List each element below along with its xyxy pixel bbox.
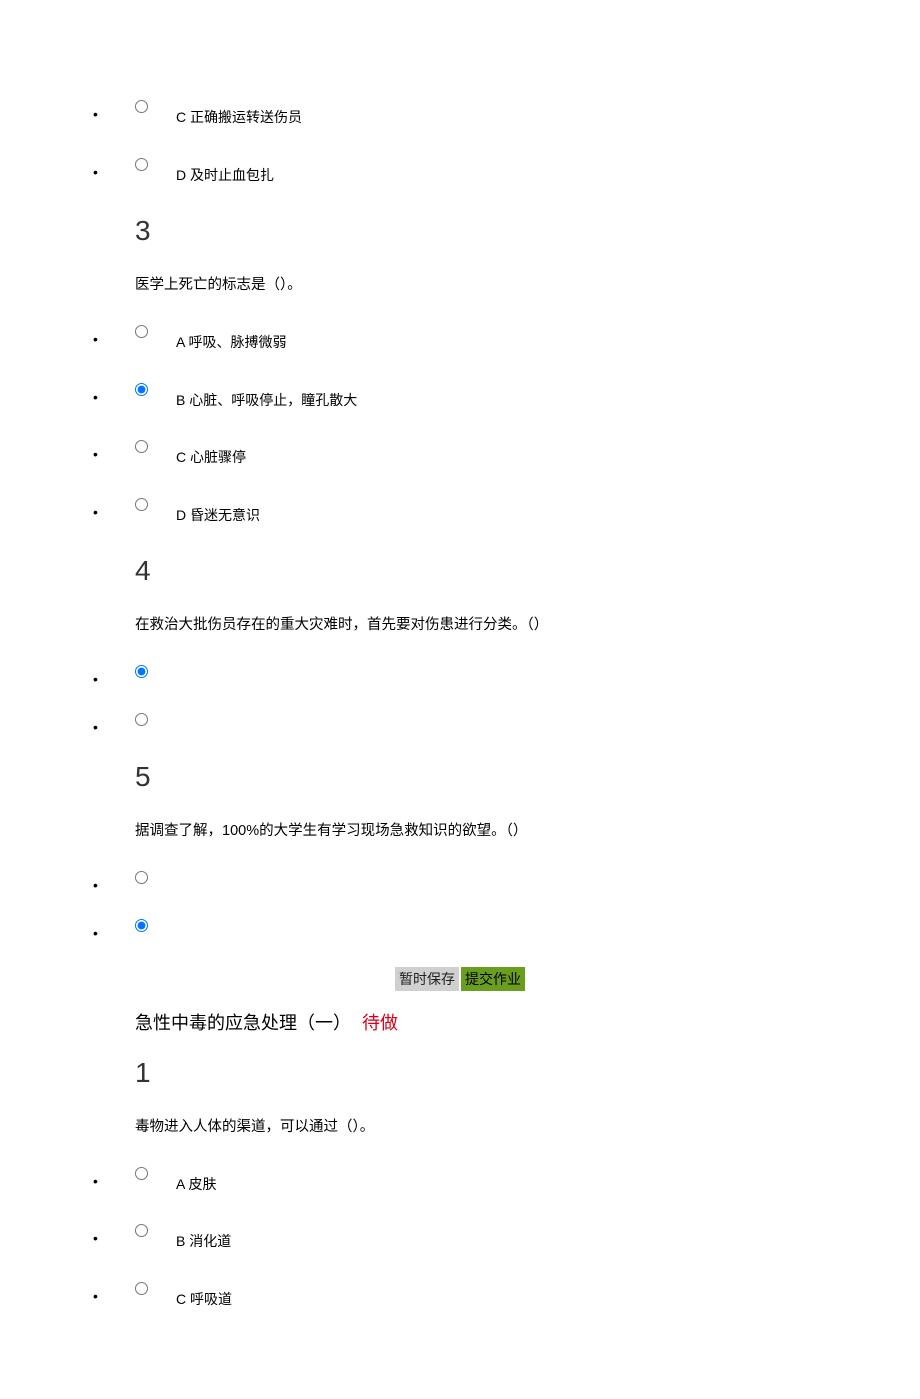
radio-input[interactable] — [135, 1167, 148, 1180]
radio-input[interactable] — [135, 158, 148, 171]
option-item — [135, 919, 920, 937]
option-item: D 昏迷无意识 — [135, 498, 920, 526]
q3-options: A 呼吸、脉搏微弱 B 心脏、呼吸停止，瞳孔散大 C 心脏骤停 D 昏迷无意识 — [135, 325, 920, 525]
radio-input[interactable] — [135, 713, 148, 726]
submit-button[interactable]: 提交作业 — [461, 967, 525, 991]
option-item — [135, 713, 920, 731]
save-button[interactable]: 暂时保存 — [395, 967, 459, 991]
q1-sec2-options: A 皮肤 B 消化道 C 呼吸道 — [135, 1167, 920, 1310]
option-item: C 心脏骤停 — [135, 440, 920, 468]
option-item: A 呼吸、脉搏微弱 — [135, 325, 920, 353]
question-number: 3 — [135, 215, 920, 247]
question-number: 1 — [135, 1057, 920, 1089]
option-item — [135, 871, 920, 889]
radio-input[interactable] — [135, 100, 148, 113]
option-text: D 及时止血包扎 — [176, 158, 274, 186]
option-item: B 消化道 — [135, 1224, 920, 1252]
radio-input[interactable] — [135, 383, 148, 396]
question-number: 4 — [135, 555, 920, 587]
option-item: B 心脏、呼吸停止，瞳孔散大 — [135, 383, 920, 411]
q4-options — [135, 665, 920, 731]
radio-input[interactable] — [135, 325, 148, 338]
section-title-text: 急性中毒的应急处理（一） — [135, 1013, 351, 1033]
status-badge: 待做 — [362, 1013, 398, 1033]
option-text: C 正确搬运转送伤员 — [176, 100, 302, 128]
radio-input[interactable] — [135, 1282, 148, 1295]
radio-input[interactable] — [135, 1224, 148, 1237]
quiz-content: C 正确搬运转送伤员 D 及时止血包扎 3 医学上死亡的标志是（）。 A 呼吸、… — [0, 100, 920, 1309]
radio-input[interactable] — [135, 665, 148, 678]
option-item: A 皮肤 — [135, 1167, 920, 1195]
option-item: C 正确搬运转送伤员 — [135, 100, 920, 128]
question-text: 在救治大批伤员存在的重大灾难时，首先要对伤患进行分类。（） — [135, 615, 920, 637]
option-item: D 及时止血包扎 — [135, 158, 920, 186]
option-text: B 心脏、呼吸停止，瞳孔散大 — [176, 383, 357, 411]
radio-input[interactable] — [135, 871, 148, 884]
button-row: 暂时保存提交作业 — [135, 967, 920, 991]
option-text: C 心脏骤停 — [176, 440, 246, 468]
option-item: C 呼吸道 — [135, 1282, 920, 1310]
question-text: 毒物进入人体的渠道，可以通过（）。 — [135, 1117, 920, 1139]
radio-input[interactable] — [135, 440, 148, 453]
question-text: 医学上死亡的标志是（）。 — [135, 275, 920, 297]
option-text: D 昏迷无意识 — [176, 498, 260, 526]
q5-options — [135, 871, 920, 937]
radio-input[interactable] — [135, 919, 148, 932]
radio-input[interactable] — [135, 498, 148, 511]
question-number: 5 — [135, 761, 920, 793]
option-text: A 呼吸、脉搏微弱 — [176, 325, 286, 353]
section-title: 急性中毒的应急处理（一） 待做 — [135, 1009, 920, 1035]
question-text: 据调查了解，100%的大学生有学习现场急救知识的欲望。（） — [135, 821, 920, 843]
option-text: A 皮肤 — [176, 1167, 216, 1195]
partial-options: C 正确搬运转送伤员 D 及时止血包扎 — [135, 100, 920, 185]
option-text: B 消化道 — [176, 1224, 231, 1252]
option-item — [135, 665, 920, 683]
option-text: C 呼吸道 — [176, 1282, 232, 1310]
